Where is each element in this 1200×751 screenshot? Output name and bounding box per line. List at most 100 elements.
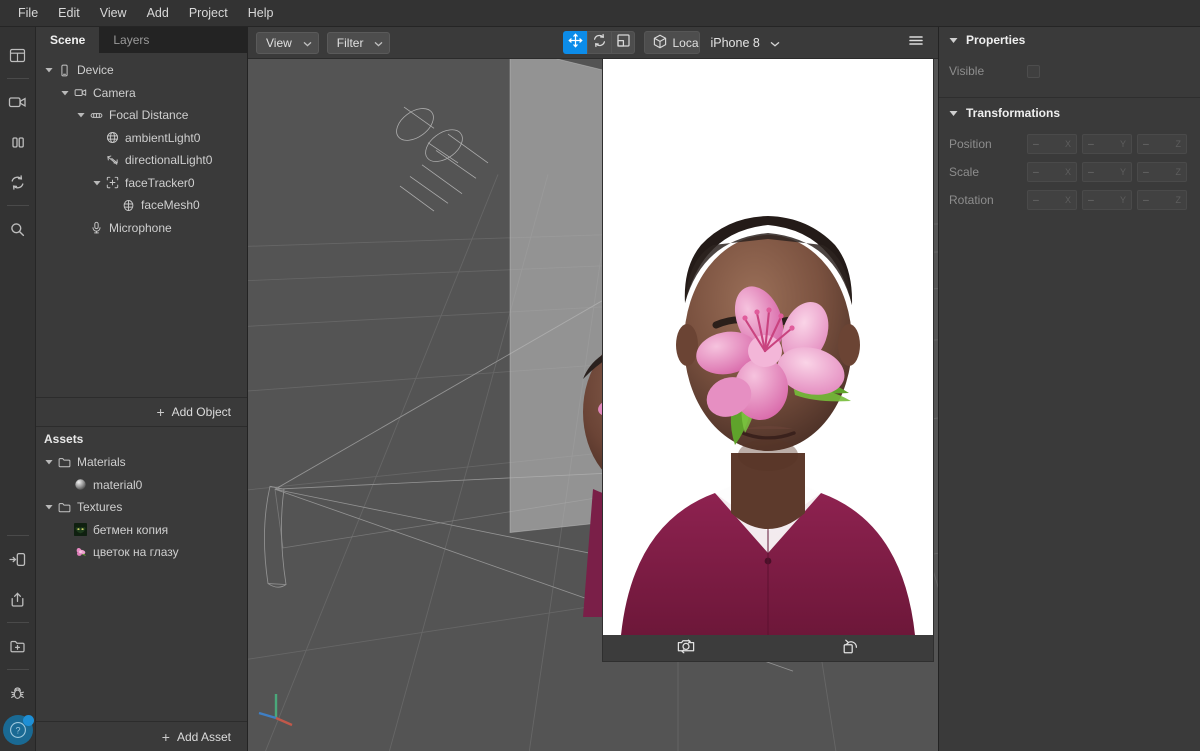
assets-tree-item[interactable]: цветок на глазу <box>36 541 247 564</box>
field-value: – <box>1143 166 1149 178</box>
pivot-space-dropdown[interactable]: Local <box>644 31 700 54</box>
debug-button[interactable] <box>1 673 35 713</box>
menu-add[interactable]: Add <box>137 3 179 23</box>
scene-tree: DeviceCameraFocal Distance ambientLight0 d… <box>36 53 247 397</box>
scene-tree-item[interactable]: faceMesh0 <box>36 194 247 217</box>
rail-divider-3 <box>7 535 29 536</box>
folder-icon <box>55 501 73 514</box>
phone-preview[interactable] <box>603 53 933 661</box>
scene-tree-item[interactable]: Microphone <box>36 217 247 240</box>
axis-gizmo <box>258 686 304 737</box>
scene-tree-item[interactable]: directionalLight0 <box>36 149 247 172</box>
properties-section-header[interactable]: Properties <box>939 27 1200 52</box>
test-on-device-button[interactable] <box>1 539 35 579</box>
assets-tree-item[interactable]: бетмен копия <box>36 518 247 541</box>
scene-tree-item[interactable]: Focal Distance <box>36 104 247 127</box>
assets-tree-item[interactable]: Materials <box>36 451 247 474</box>
field-value: – <box>1143 138 1149 150</box>
assets-tree-label: Textures <box>77 500 122 514</box>
position-z-input[interactable]: –Z <box>1137 134 1187 154</box>
chevron-down-icon <box>374 36 383 50</box>
position-x-input[interactable]: –X <box>1027 134 1077 154</box>
axis-gizmo-svg <box>258 686 304 732</box>
add-folder-button[interactable] <box>1 626 35 666</box>
scene-tree-item[interactable]: ambientLight0 <box>36 127 247 150</box>
scale-x-input[interactable]: –X <box>1027 162 1077 182</box>
rotate-tool-button[interactable] <box>587 31 611 54</box>
rotation-y-input[interactable]: –Y <box>1082 190 1132 210</box>
rotation-x-input[interactable]: –X <box>1027 190 1077 210</box>
chevron-down-icon[interactable] <box>90 180 103 186</box>
move-tool-button[interactable] <box>563 31 587 54</box>
ar-studio-window: File Edit View Add Project Help <box>0 0 1200 751</box>
rotation-z-input[interactable]: –Z <box>1137 190 1187 210</box>
scene-tree-item[interactable]: Camera <box>36 82 247 105</box>
export-upload-icon <box>9 591 26 608</box>
layout-panels-button[interactable] <box>1 35 35 75</box>
axis-label-y: Y <box>1120 167 1126 177</box>
texture-flower-icon <box>71 546 89 559</box>
layout-panels-icon <box>9 47 26 64</box>
rail-bottom-group: ? <box>1 532 35 751</box>
chevron-down-icon[interactable] <box>74 112 87 118</box>
scene-tree-item[interactable]: Device <box>36 59 247 82</box>
scale-y-input[interactable]: –Y <box>1082 162 1132 182</box>
face-tracker-icon <box>103 176 121 189</box>
visible-checkbox[interactable] <box>1027 65 1040 78</box>
assets-tree-label: material0 <box>93 478 142 492</box>
device-selector-dropdown[interactable]: iPhone 8 <box>710 36 779 50</box>
field-value: – <box>1033 166 1039 178</box>
ar-effect-preview <box>603 53 933 635</box>
folder-icon <box>55 456 73 469</box>
rail-divider-5 <box>7 669 29 670</box>
reset-sync-icon <box>9 174 26 191</box>
record-button[interactable] <box>1 82 35 122</box>
phone-screen[interactable] <box>603 53 933 635</box>
chevron-down-icon <box>770 36 780 50</box>
transformations-title: Transformations <box>966 106 1060 120</box>
menu-edit[interactable]: Edit <box>48 3 90 23</box>
assets-tree-item[interactable]: material0 <box>36 473 247 496</box>
search-button[interactable] <box>1 209 35 249</box>
chevron-down-icon[interactable] <box>42 504 55 510</box>
main-body: ? Scene Layers DeviceCameraFocal Distanc… <box>0 27 1200 751</box>
upload-button[interactable] <box>1 579 35 619</box>
viewport-menu-button[interactable] <box>902 34 930 52</box>
filter-dropdown[interactable]: Filter <box>327 32 391 54</box>
scene-tree-item[interactable]: faceTracker0 <box>36 172 247 195</box>
axis-x <box>276 718 292 725</box>
tab-layers[interactable]: Layers <box>99 27 163 53</box>
scene-tree-label: ambientLight0 <box>125 131 200 145</box>
restart-button[interactable] <box>1 162 35 202</box>
axis-label-z: Z <box>1176 195 1182 205</box>
pause-button[interactable] <box>1 122 35 162</box>
add-object-button[interactable]: + Add Object <box>36 397 247 427</box>
assets-tree-item[interactable]: Textures <box>36 496 247 519</box>
switch-camera-button[interactable] <box>664 637 708 659</box>
transformations-section-header[interactable]: Transformations <box>939 100 1200 125</box>
scale-z-input[interactable]: –Z <box>1137 162 1187 182</box>
properties-section-body: Visible <box>939 52 1200 95</box>
chevron-down-icon[interactable] <box>58 90 71 96</box>
position-y-input[interactable]: –Y <box>1082 134 1132 154</box>
chevron-down-icon[interactable] <box>42 67 55 73</box>
scene-tree-label: Microphone <box>109 221 172 235</box>
view-dropdown-label: View <box>266 36 292 50</box>
menu-view[interactable]: View <box>90 3 137 23</box>
menu-help[interactable]: Help <box>238 3 284 23</box>
add-asset-button[interactable]: + Add Asset <box>36 721 247 751</box>
switch-camera-icon <box>676 637 696 660</box>
cube-icon <box>653 34 667 52</box>
rotate-device-button[interactable] <box>829 637 873 659</box>
directional-light-icon <box>103 154 121 167</box>
axis-label-z: Z <box>1176 167 1182 177</box>
menu-file[interactable]: File <box>8 3 48 23</box>
help-button[interactable]: ? <box>3 715 33 745</box>
add-folder-icon <box>9 638 26 655</box>
scale-tool-button[interactable] <box>611 31 635 54</box>
tab-scene[interactable]: Scene <box>36 27 99 53</box>
menu-project[interactable]: Project <box>179 3 238 23</box>
view-dropdown[interactable]: View <box>256 32 319 54</box>
chevron-down-icon[interactable] <box>42 459 55 465</box>
viewport[interactable]: View Filter <box>248 27 938 751</box>
